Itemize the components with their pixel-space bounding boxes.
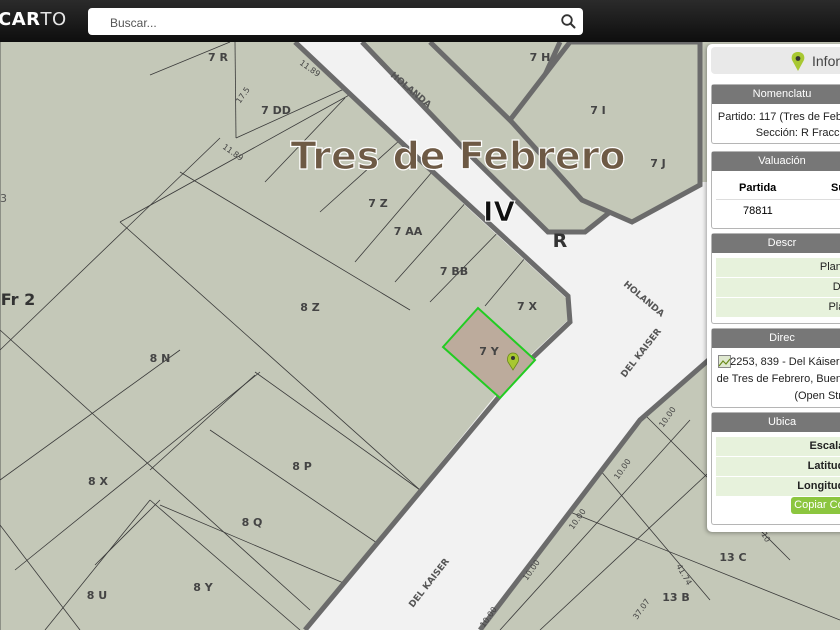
fraction-label: Fr 2 bbox=[1, 290, 36, 309]
parcel-label: 8 Q bbox=[242, 516, 263, 529]
location-pin-icon bbox=[791, 52, 805, 71]
logo-thin-text: TO bbox=[40, 9, 67, 30]
parcel-label: 8 Y bbox=[193, 581, 213, 594]
info-panel-title[interactable]: Infor bbox=[711, 47, 840, 74]
app-logo[interactable]: CARTO bbox=[0, 9, 67, 30]
valuacion-header[interactable]: Valuación bbox=[712, 152, 840, 171]
info-panel-title-text: Infor bbox=[812, 53, 840, 69]
parcel-label: 7 Y bbox=[479, 345, 499, 358]
ubicacion-header[interactable]: Ubica bbox=[712, 413, 840, 432]
descripcion-row: DX bbox=[716, 278, 840, 297]
parcel-label: 8 X bbox=[88, 475, 108, 488]
nomenclatura-seccion: Sección: R Fracci bbox=[755, 127, 840, 139]
descripcion-row: Plar bbox=[716, 298, 840, 317]
parcel-label: 8 U bbox=[87, 589, 107, 602]
parcel-label: 7 X bbox=[517, 300, 537, 313]
descripcion-section: Descr Plano DX Plar bbox=[711, 233, 840, 324]
nomenclatura-section: Nomenclatu Partido: 117 (Tres de Feb Sec… bbox=[711, 84, 840, 144]
valuacion-partida-value: 78811 bbox=[743, 205, 773, 217]
parcel-label: 7 Z bbox=[368, 197, 387, 210]
parcel-label: 8 P bbox=[292, 460, 312, 473]
logo-bold-text: CAR bbox=[0, 9, 41, 30]
parcel-label: 13 C bbox=[719, 551, 746, 564]
valuacion-divider bbox=[716, 199, 840, 200]
longitud-row: Longitud: bbox=[716, 477, 840, 496]
municipality-label: Tres de Febrero bbox=[290, 134, 625, 178]
parcel-label: 7 H bbox=[530, 51, 551, 64]
info-panel: Infor Nomenclatu Partido: 117 (Tres de F… bbox=[707, 44, 840, 532]
nomenclatura-partido: Partido: 117 (Tres de Feb bbox=[717, 111, 840, 123]
search-input[interactable] bbox=[108, 12, 542, 33]
descripcion-row: Plano bbox=[716, 258, 840, 277]
top-bar: CARTO bbox=[0, 0, 840, 42]
edge-label: 3 bbox=[0, 192, 7, 205]
circunscripcion-label: IV bbox=[483, 195, 515, 228]
parcel-label: 7 AA bbox=[394, 225, 423, 238]
valuacion-section: Valuación Partida Su 78811 bbox=[711, 151, 840, 229]
parcel-label: 7 DD bbox=[261, 104, 291, 117]
escala-label: Escala: bbox=[809, 440, 840, 452]
latitud-label: Latitud: bbox=[807, 460, 840, 472]
direccion-line: de Tres de Febrero, Buen bbox=[716, 373, 840, 385]
parcel-label: 7 R bbox=[208, 51, 228, 64]
copy-coordinates-button[interactable]: Copiar Coo bbox=[791, 497, 840, 514]
parcel-label: 7 I bbox=[590, 104, 606, 117]
search-icon[interactable] bbox=[560, 13, 577, 30]
ubicacion-section: Ubica Escala: Latitud: Longitud: Copiar … bbox=[711, 412, 840, 525]
valuacion-col-partida: Partida bbox=[739, 182, 777, 194]
parcel-label: 7 BB bbox=[440, 265, 468, 278]
descripcion-header[interactable]: Descr bbox=[712, 234, 840, 253]
direccion-line: 2253, 839 - Del Káiser, bbox=[730, 356, 840, 368]
latitud-row: Latitud: bbox=[716, 457, 840, 476]
nomenclatura-header[interactable]: Nomenclatu bbox=[712, 85, 840, 104]
direccion-line: (Open Str bbox=[794, 390, 840, 402]
parcel-label: 7 J bbox=[650, 157, 666, 170]
direccion-section: Direc 2253, 839 - Del Káiser, de Tres de… bbox=[711, 328, 840, 408]
parcel-label: 13 B bbox=[662, 591, 690, 604]
parcel-label: 8 Z bbox=[300, 301, 319, 314]
longitud-label: Longitud: bbox=[797, 480, 840, 492]
valuacion-col-superficie: Su bbox=[831, 182, 840, 194]
search-box bbox=[88, 8, 583, 35]
parcel-label: 8 N bbox=[150, 352, 171, 365]
direccion-header[interactable]: Direc bbox=[712, 329, 840, 348]
escala-row: Escala: bbox=[716, 437, 840, 456]
section-label: R bbox=[553, 230, 568, 252]
